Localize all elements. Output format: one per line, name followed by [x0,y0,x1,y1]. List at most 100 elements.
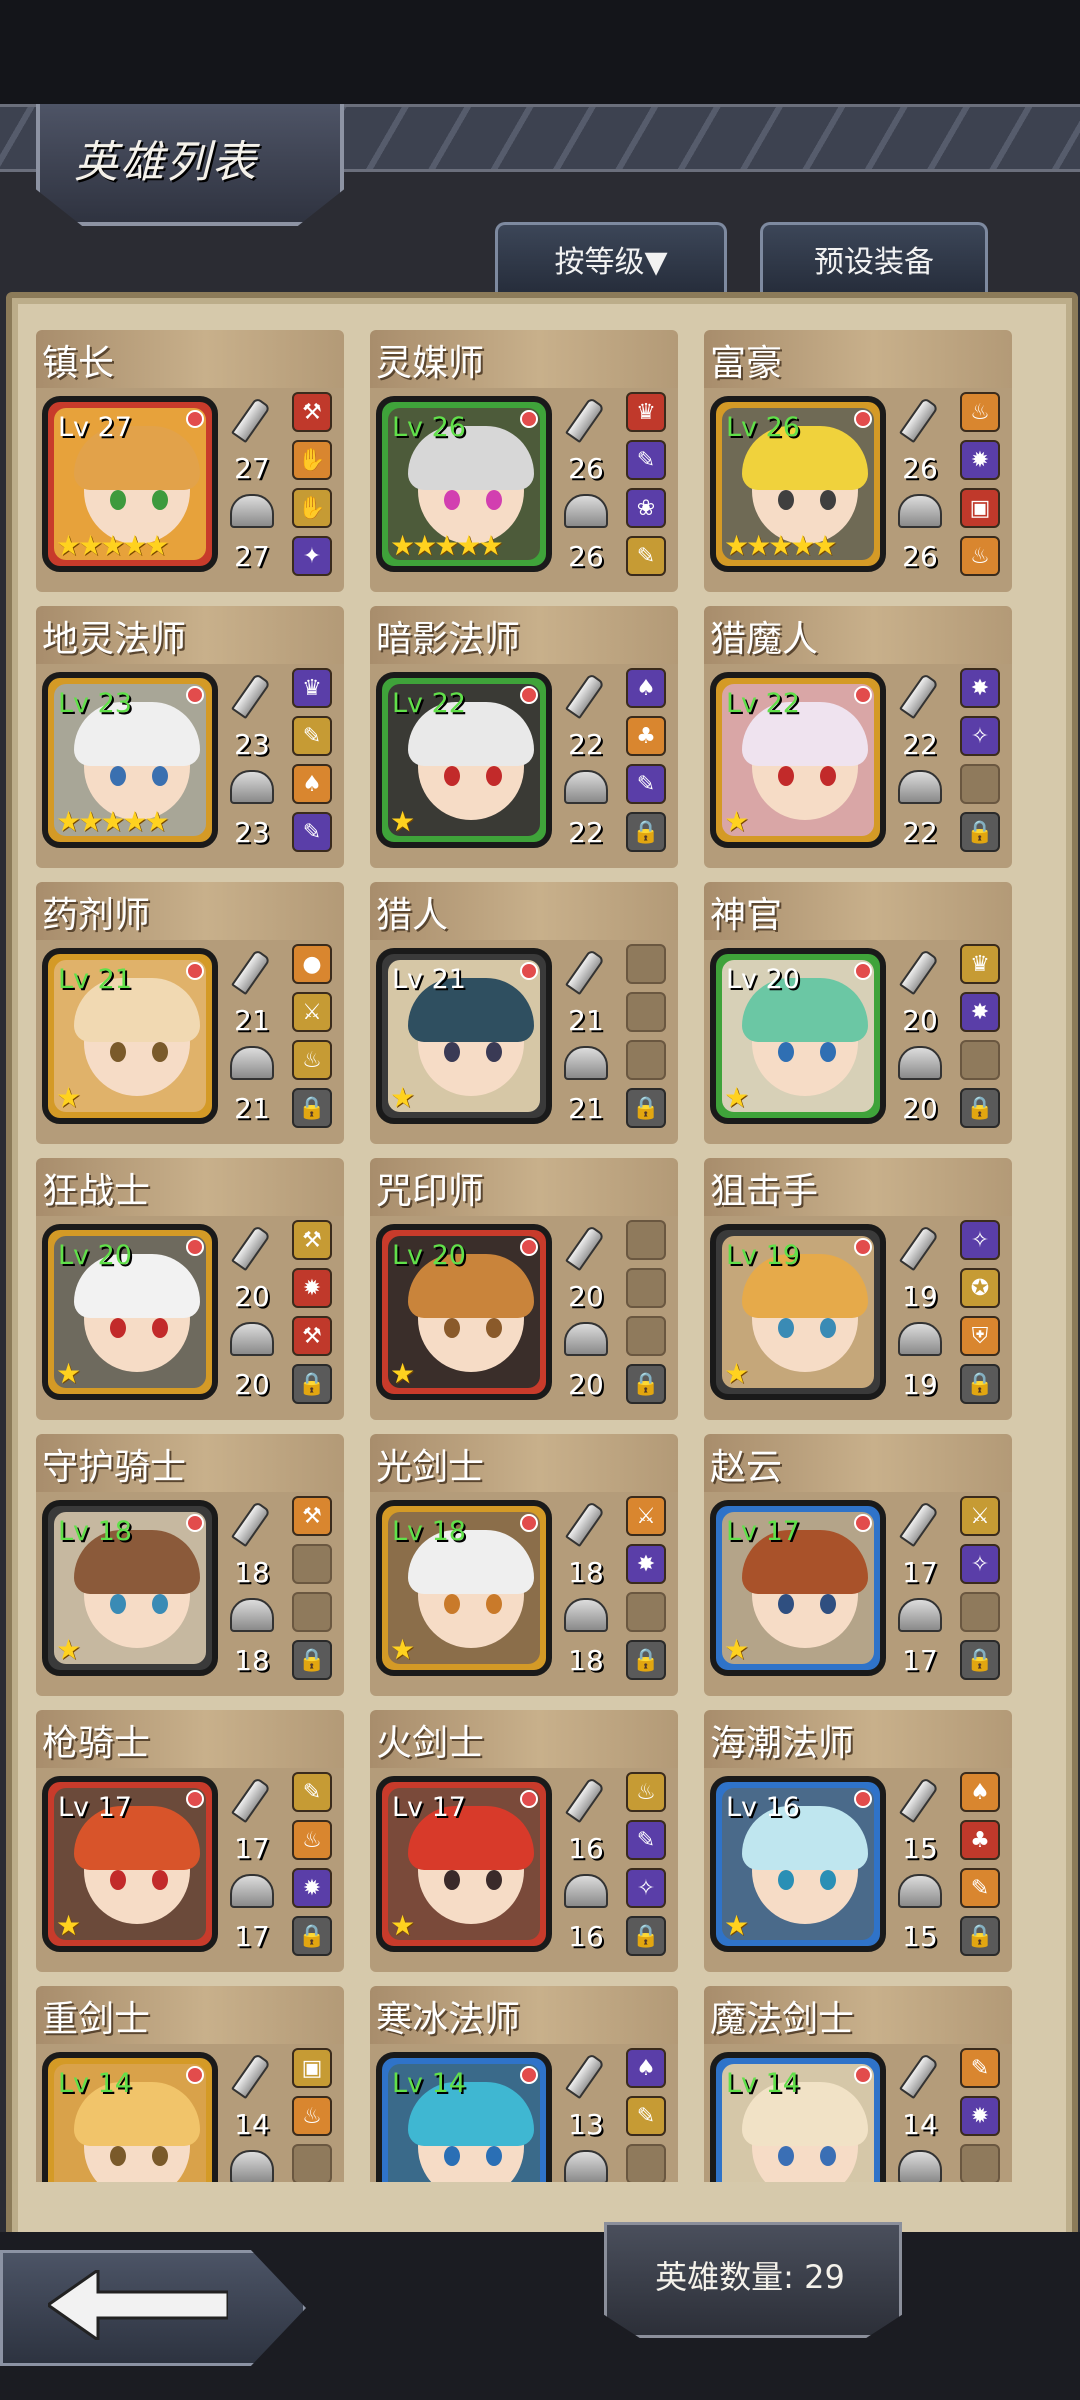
hero-card[interactable]: 富豪 Lv 26 ★★★★★ 26 26 ♨ ✹ ▣ ♨ [704,330,1012,592]
hero-portrait[interactable]: Lv 14 ★ [42,2052,218,2182]
equipment-slot[interactable]: ♠ [626,2048,666,2088]
locked-slot[interactable]: 🔒 [292,1916,332,1956]
hero-card[interactable]: 猎人 Lv 21 ★ 21 21 🔒 [370,882,678,1144]
hero-card[interactable]: 寒冰法师 Lv 14 ★ 13 13 ♠✎🔒 [370,1986,678,2182]
hero-card[interactable]: 魔法剑士 Lv 14 ★ 14 14 ✎✹🔒 [704,1986,1012,2182]
empty-equipment-slot[interactable] [292,1592,332,1632]
equipment-slot[interactable]: ✹ [292,1868,332,1908]
equipment-slot[interactable]: ♣ [960,1820,1000,1860]
equipment-slot[interactable]: ✧ [960,716,1000,756]
equipment-slot[interactable]: ✹ [960,440,1000,480]
hero-card[interactable]: 镇长 Lv 27 ★★★★★ 27 27 ⚒ ✋ ✋ ✦ [36,330,344,592]
equipment-slot[interactable]: ♛ [960,944,1000,984]
equipment-slot[interactable]: ⚒ [292,392,332,432]
hero-card[interactable]: 光剑士 Lv 18 ★ 18 18 ⚔ ✸ 🔒 [370,1434,678,1696]
equipment-slot[interactable]: ✎ [292,716,332,756]
preset-equipment-button[interactable]: 预设装备 [760,222,988,293]
equipment-slot[interactable]: ⛨ [960,1316,1000,1356]
equipment-slot[interactable]: ♨ [292,2096,332,2136]
equipment-slot[interactable]: ✎ [292,812,332,852]
equipment-slot[interactable]: ✋ [292,440,332,480]
equipment-slot[interactable]: ✹ [960,2096,1000,2136]
locked-slot[interactable]: 🔒 [626,1364,666,1404]
hero-card[interactable]: 火剑士 Lv 17 ★ 16 16 ♨ ✎ ✧ 🔒 [370,1710,678,1972]
hero-portrait[interactable]: Lv 14 ★ [376,2052,552,2182]
hero-card[interactable]: 重剑士 Lv 14 ★ 14 14 ▣♨🔒 [36,1986,344,2182]
equipment-slot[interactable]: ✋ [292,488,332,528]
equipment-slot[interactable]: ♨ [292,1040,332,1080]
equipment-slot[interactable]: ♣ [626,716,666,756]
locked-slot[interactable]: 🔒 [960,1364,1000,1404]
equipment-slot[interactable]: ⚔ [626,1496,666,1536]
hero-card[interactable]: 赵云 Lv 17 ★ 17 17 ⚔ ✧ 🔒 [704,1434,1012,1696]
locked-slot[interactable]: 🔒 [960,1640,1000,1680]
hero-portrait[interactable]: Lv 17 ★ [376,1776,552,1952]
hero-card[interactable]: 狙击手 Lv 19 ★ 19 19 ✧ ✪ ⛨ 🔒 [704,1158,1012,1420]
hero-portrait[interactable]: Lv 20 ★ [376,1224,552,1400]
empty-equipment-slot[interactable] [960,764,1000,804]
equipment-slot[interactable]: ⚒ [292,1316,332,1356]
locked-slot[interactable]: 🔒 [626,1088,666,1128]
empty-equipment-slot[interactable] [292,2144,332,2182]
hero-card[interactable]: 狂战士 Lv 20 ★ 20 20 ⚒ ✹ ⚒ 🔒 [36,1158,344,1420]
empty-equipment-slot[interactable] [626,1316,666,1356]
equipment-slot[interactable]: ❀ [626,488,666,528]
equipment-slot[interactable]: ✎ [626,2096,666,2136]
hero-portrait[interactable]: Lv 26 ★★★★★ [376,396,552,572]
empty-equipment-slot[interactable] [626,1220,666,1260]
equipment-slot[interactable]: ⚒ [292,1496,332,1536]
equipment-slot[interactable]: ✎ [960,2048,1000,2088]
empty-equipment-slot[interactable] [626,2144,666,2182]
equipment-slot[interactable]: ▣ [960,488,1000,528]
equipment-slot[interactable]: ✎ [960,1868,1000,1908]
hero-card[interactable]: 咒印师 Lv 20 ★ 20 20 🔒 [370,1158,678,1420]
sort-by-level-button[interactable]: 按等级▼ [495,222,727,293]
equipment-slot[interactable]: ♛ [292,668,332,708]
equipment-slot[interactable]: ✎ [626,536,666,576]
hero-card[interactable]: 神官 Lv 20 ★ 20 20 ♛ ✸ 🔒 [704,882,1012,1144]
hero-card[interactable]: 猎魔人 Lv 22 ★ 22 22 ✸ ✧ 🔒 [704,606,1012,868]
empty-equipment-slot[interactable] [960,2144,1000,2182]
equipment-slot[interactable]: ✸ [960,668,1000,708]
equipment-slot[interactable]: ● [292,944,332,984]
locked-slot[interactable]: 🔒 [292,1364,332,1404]
hero-card[interactable]: 地灵法师 Lv 23 ★★★★★ 23 23 ♛ ✎ ♠ ✎ [36,606,344,868]
hero-portrait[interactable]: Lv 21 ★ [42,948,218,1124]
locked-slot[interactable]: 🔒 [626,1916,666,1956]
equipment-slot[interactable]: ♠ [292,764,332,804]
equipment-slot[interactable]: ♨ [292,1820,332,1860]
hero-grid[interactable]: 镇长 Lv 27 ★★★★★ 27 27 ⚒ ✋ ✋ ✦ 灵媒师 Lv 26 ★… [36,330,1028,2182]
equipment-slot[interactable]: ♠ [626,668,666,708]
hero-card[interactable]: 枪骑士 Lv 17 ★ 17 17 ✎ ♨ ✹ 🔒 [36,1710,344,1972]
hero-portrait[interactable]: Lv 20 ★ [42,1224,218,1400]
empty-equipment-slot[interactable] [626,992,666,1032]
empty-equipment-slot[interactable] [626,1040,666,1080]
empty-equipment-slot[interactable] [292,1544,332,1584]
hero-card[interactable]: 药剂师 Lv 21 ★ 21 21 ● ⚔ ♨ 🔒 [36,882,344,1144]
equipment-slot[interactable]: ♨ [626,1772,666,1812]
hero-portrait[interactable]: Lv 27 ★★★★★ [42,396,218,572]
equipment-slot[interactable]: ✹ [292,1268,332,1308]
locked-slot[interactable]: 🔒 [960,1088,1000,1128]
equipment-slot[interactable]: ✧ [626,1868,666,1908]
equipment-slot[interactable]: ♨ [960,392,1000,432]
empty-equipment-slot[interactable] [626,944,666,984]
equipment-slot[interactable]: ✧ [960,1220,1000,1260]
hero-portrait[interactable]: Lv 21 ★ [376,948,552,1124]
hero-portrait[interactable]: Lv 18 ★ [376,1500,552,1676]
locked-slot[interactable]: 🔒 [960,812,1000,852]
hero-portrait[interactable]: Lv 22 ★ [710,672,886,848]
locked-slot[interactable]: 🔒 [292,1640,332,1680]
hero-portrait[interactable]: Lv 19 ★ [710,1224,886,1400]
hero-portrait[interactable]: Lv 23 ★★★★★ [42,672,218,848]
hero-portrait[interactable]: Lv 17 ★ [710,1500,886,1676]
equipment-slot[interactable]: ⚔ [292,992,332,1032]
equipment-slot[interactable]: ✸ [960,992,1000,1032]
locked-slot[interactable]: 🔒 [626,812,666,852]
hero-portrait[interactable]: Lv 16 ★ [710,1776,886,1952]
equipment-slot[interactable]: ♛ [626,392,666,432]
equipment-slot[interactable]: ♠ [960,1772,1000,1812]
locked-slot[interactable]: 🔒 [960,1916,1000,1956]
empty-equipment-slot[interactable] [960,1040,1000,1080]
equipment-slot[interactable]: ✦ [292,536,332,576]
